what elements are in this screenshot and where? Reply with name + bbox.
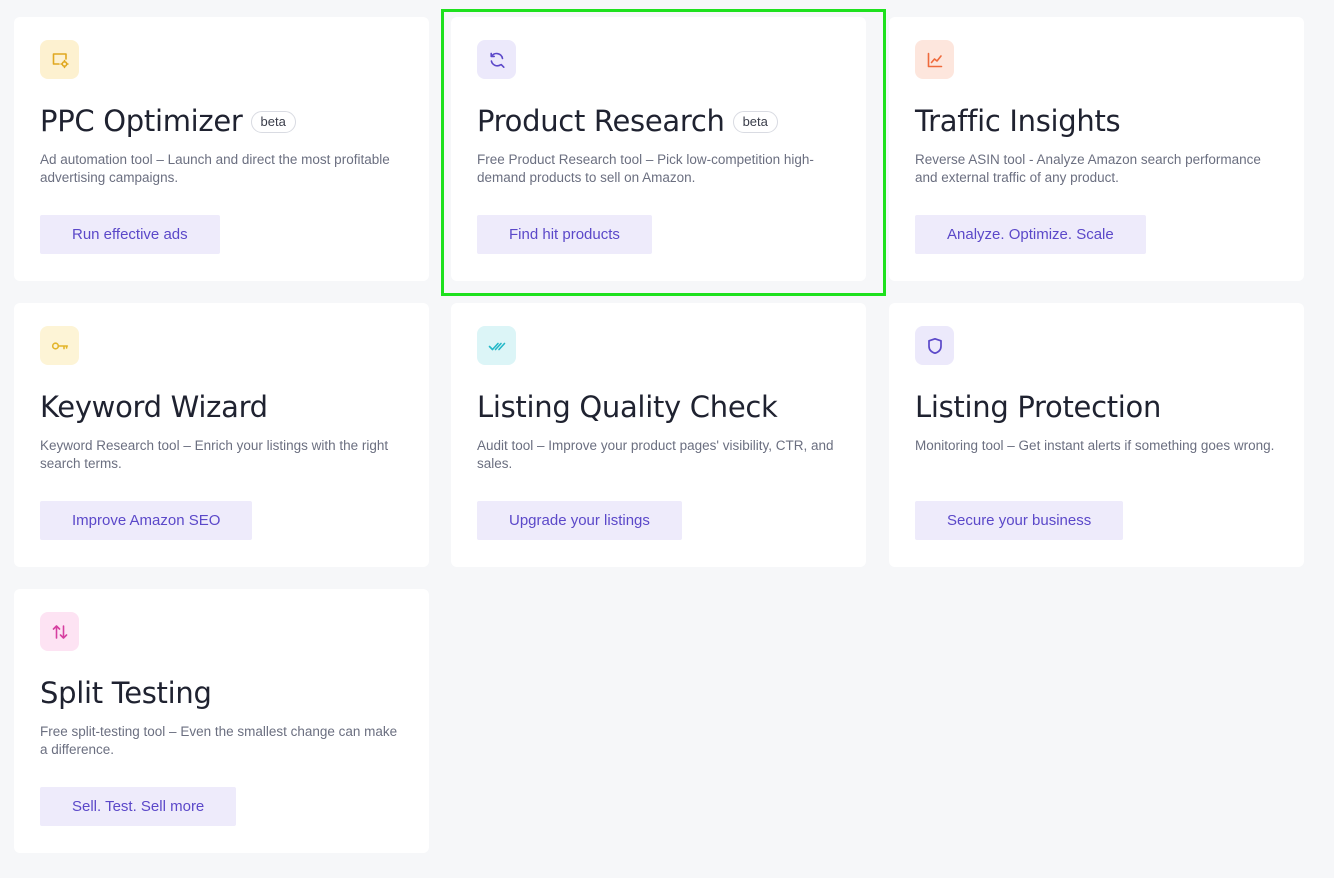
card-product-research: Product Research beta Free Product Resea… xyxy=(451,17,866,281)
card-title: PPC Optimizer xyxy=(40,104,243,138)
card-title: Traffic Insights xyxy=(915,104,1121,138)
card-title: Split Testing xyxy=(40,676,212,710)
icon-box xyxy=(40,612,79,651)
monitor-gear-icon xyxy=(52,52,69,68)
improve-amazon-seo-button[interactable]: Improve Amazon SEO xyxy=(40,501,253,540)
refresh-search-icon xyxy=(489,52,505,68)
beta-badge: beta xyxy=(732,111,778,133)
run-effective-ads-button[interactable]: Run effective ads xyxy=(40,215,220,254)
card-title: Product Research xyxy=(477,104,725,138)
icon-box xyxy=(477,40,516,79)
card-keyword-wizard: Keyword Wizard Keyword Research tool – E… xyxy=(14,303,429,567)
shield-icon xyxy=(927,337,942,354)
beta-badge: beta xyxy=(250,111,296,133)
card-title: Listing Protection xyxy=(915,390,1162,424)
card-title: Keyword Wizard xyxy=(40,390,268,424)
card-title-row: PPC Optimizer beta xyxy=(40,101,296,141)
card-title-row: Listing Protection xyxy=(915,387,1161,427)
key-icon xyxy=(51,341,68,350)
sell-test-sell-more-button[interactable]: Sell. Test. Sell more xyxy=(40,787,237,826)
card-description: Keyword Research tool – Enrich your list… xyxy=(40,438,389,471)
double-check-icon xyxy=(488,342,505,350)
card-listing-protection: Listing Protection Monitoring tool – Get… xyxy=(889,303,1304,567)
card-title-row: Split Testing xyxy=(40,673,212,713)
card-title-row: Product Research beta xyxy=(477,101,778,141)
icon-box xyxy=(915,326,954,365)
card-ppc-optimizer: PPC Optimizer beta Ad automation tool – … xyxy=(14,17,429,281)
card-traffic-insights: Traffic Insights Reverse ASIN tool - Ana… xyxy=(889,17,1304,281)
card-description: Free Product Research tool – Pick low-co… xyxy=(477,152,814,185)
icon-box xyxy=(915,40,954,79)
card-listing-quality-check: Listing Quality Check Audit tool – Impro… xyxy=(451,303,866,567)
card-title-row: Listing Quality Check xyxy=(477,387,778,427)
icon-box xyxy=(477,326,516,365)
analyze-optimize-scale-button[interactable]: Analyze. Optimize. Scale xyxy=(915,215,1146,254)
swap-arrows-icon xyxy=(52,624,67,639)
card-description: Free split-testing tool – Even the small… xyxy=(40,724,398,757)
line-chart-icon xyxy=(927,52,942,67)
card-description: Reverse ASIN tool - Analyze Amazon searc… xyxy=(915,152,1261,185)
card-description: Monitoring tool – Get instant alerts if … xyxy=(915,438,1275,453)
icon-box xyxy=(40,40,79,79)
card-title: Listing Quality Check xyxy=(477,390,778,424)
card-title-row: Traffic Insights xyxy=(915,101,1121,141)
card-split-testing: Split Testing Free split-testing tool – … xyxy=(14,589,429,853)
upgrade-your-listings-button[interactable]: Upgrade your listings xyxy=(477,501,682,540)
card-description: Audit tool – Improve your product pages'… xyxy=(477,438,834,471)
secure-your-business-button[interactable]: Secure your business xyxy=(915,501,1124,540)
find-hit-products-button[interactable]: Find hit products xyxy=(477,215,652,254)
card-title-row: Keyword Wizard xyxy=(40,387,268,427)
card-description: Ad automation tool – Launch and direct t… xyxy=(40,152,390,185)
icon-box xyxy=(40,326,79,365)
